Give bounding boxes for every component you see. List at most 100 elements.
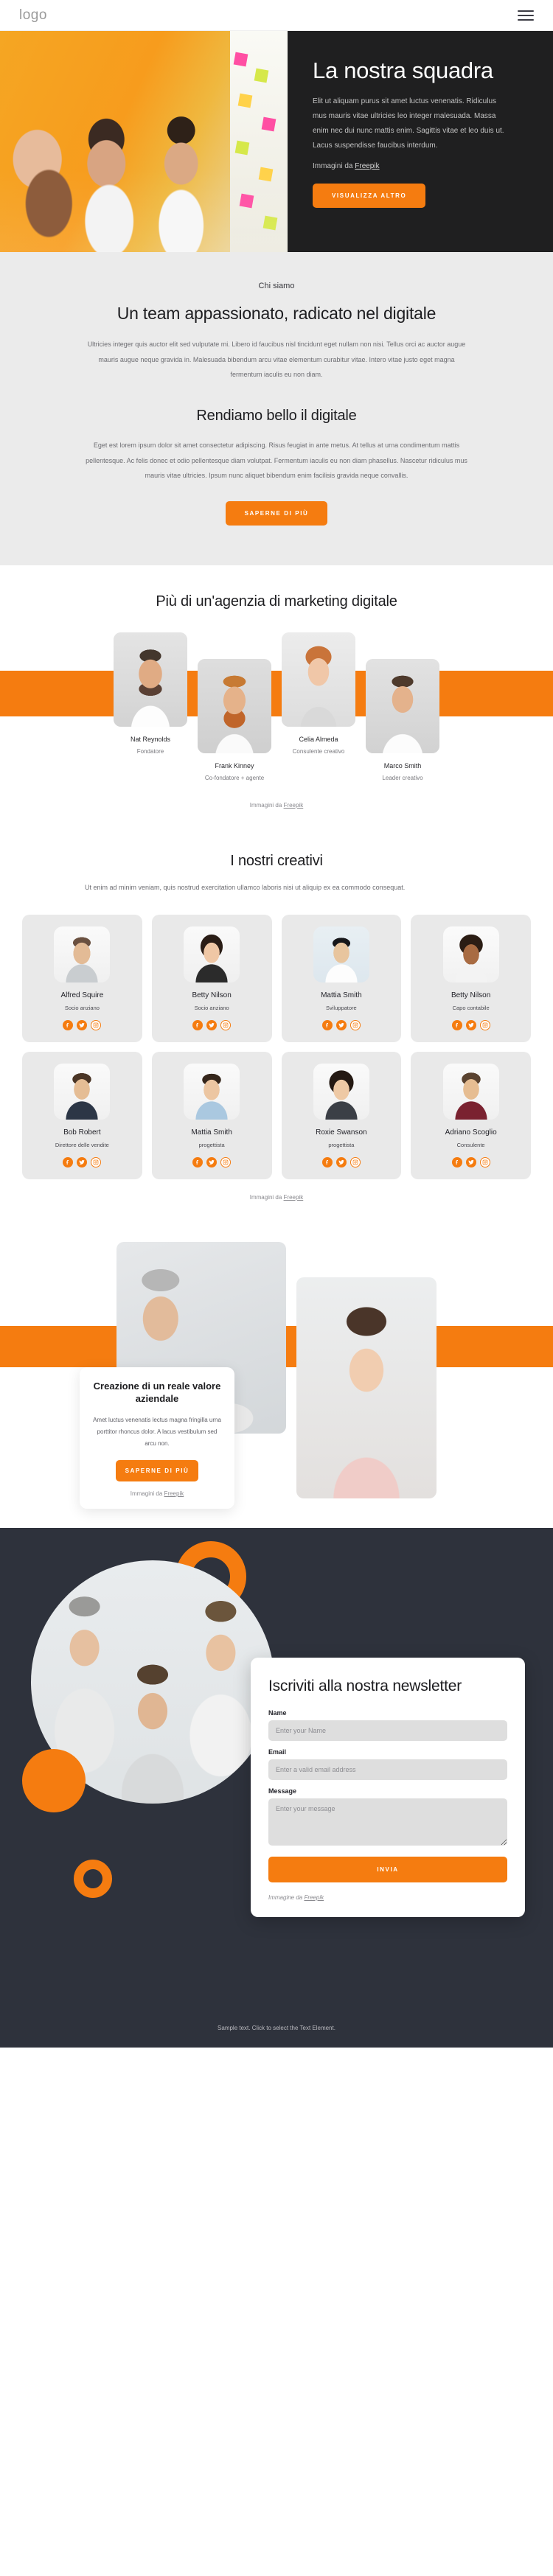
message-label: Message xyxy=(268,1787,297,1795)
creative-role: Socio anziano xyxy=(194,1004,229,1011)
about-cta-button[interactable]: SAPERNE DI PIÙ xyxy=(225,501,328,526)
newsletter-section: Iscriviti alla nostra newsletter Name Em… xyxy=(0,1527,553,2014)
hamburger-bar xyxy=(518,14,534,16)
team-member-role: Leader creativo xyxy=(382,775,423,782)
name-input[interactable] xyxy=(268,1720,507,1742)
creative-name: Roxie Swanson xyxy=(316,1128,367,1137)
decorative-dot xyxy=(22,1748,86,1812)
instagram-icon[interactable] xyxy=(479,1156,490,1167)
twitter-icon[interactable] xyxy=(465,1019,476,1030)
creative-card[interactable]: Betty Nilson Socio anziano xyxy=(151,914,272,1042)
freepik-link[interactable]: Freepik xyxy=(284,1194,304,1201)
site-header: logo xyxy=(0,0,553,31)
email-label: Email xyxy=(268,1748,287,1756)
creative-card[interactable]: Betty Nilson Capo contabile xyxy=(411,914,531,1042)
facebook-icon[interactable] xyxy=(192,1019,204,1030)
team-member[interactable]: Nat Reynolds Fondatore xyxy=(114,632,187,781)
twitter-icon[interactable] xyxy=(206,1156,218,1167)
creative-avatar xyxy=(54,926,111,982)
hamburger-bar xyxy=(518,10,534,12)
team-image-credit: Immagini da Freepik xyxy=(0,802,553,809)
social-links xyxy=(288,1019,396,1030)
instagram-icon[interactable] xyxy=(220,1156,232,1167)
instagram-icon[interactable] xyxy=(479,1019,490,1030)
freepik-link[interactable]: Freepik xyxy=(284,802,304,809)
facebook-icon[interactable] xyxy=(451,1156,462,1167)
instagram-icon[interactable] xyxy=(91,1156,102,1167)
credit-prefix: Immagine da xyxy=(268,1894,305,1902)
team-member-photo xyxy=(366,659,439,754)
facebook-icon[interactable] xyxy=(321,1156,333,1167)
value-section: Creazione di un reale valore aziendale A… xyxy=(0,1222,553,1528)
creative-role: Socio anziano xyxy=(64,1004,100,1011)
twitter-icon[interactable] xyxy=(335,1156,347,1167)
twitter-icon[interactable] xyxy=(77,1019,88,1030)
twitter-icon[interactable] xyxy=(335,1019,347,1030)
freepik-link[interactable]: Freepik xyxy=(304,1894,324,1901)
facebook-icon[interactable] xyxy=(451,1019,462,1030)
facebook-icon[interactable] xyxy=(192,1156,204,1167)
hamburger-icon[interactable] xyxy=(518,10,534,21)
newsletter-submit-button[interactable]: INVIA xyxy=(268,1857,507,1883)
creative-card[interactable]: Bob Robert Direttore delle vendite xyxy=(22,1051,142,1179)
social-links xyxy=(158,1156,266,1167)
team-member-role: Consulente creativo xyxy=(292,748,345,755)
hero-cta-button[interactable]: VISUALIZZA ALTRO xyxy=(313,183,426,208)
value-card-paragraph: Amet luctus venenatis lectus magna fring… xyxy=(93,1416,221,1447)
message-textarea[interactable] xyxy=(268,1798,507,1846)
creative-card[interactable]: Adriano Scoglio Consulente xyxy=(411,1051,531,1179)
instagram-icon[interactable] xyxy=(91,1019,102,1030)
facebook-icon[interactable] xyxy=(63,1156,74,1167)
creative-name: Alfred Squire xyxy=(60,991,104,999)
facebook-icon[interactable] xyxy=(321,1019,333,1030)
instagram-icon[interactable] xyxy=(349,1019,361,1030)
creative-card[interactable]: Mattia Smith Sviluppatore xyxy=(281,914,402,1042)
team-member-role: Co-fondatore + agente xyxy=(204,775,265,782)
team-member-photo xyxy=(282,632,355,727)
about-paragraph: Ultricies integer quis auctor elit sed v… xyxy=(87,341,466,379)
team-member[interactable]: Marco Smith Leader creativo xyxy=(366,659,439,781)
value-image-right xyxy=(296,1277,437,1498)
creative-card[interactable]: Mattia Smith progettista xyxy=(151,1051,272,1179)
twitter-icon[interactable] xyxy=(465,1156,476,1167)
freepik-link[interactable]: Freepik xyxy=(164,1490,184,1497)
instagram-icon[interactable] xyxy=(220,1019,232,1030)
team-member[interactable]: Frank Kinney Co-fondatore + agente xyxy=(198,659,271,781)
hero-content: La nostra squadra Elit ut aliquam purus … xyxy=(288,31,553,252)
social-links xyxy=(417,1019,525,1030)
name-field-group: Name xyxy=(268,1709,507,1742)
newsletter-image-credit: Immagine da Freepik xyxy=(268,1894,507,1901)
creative-name: Mattia Smith xyxy=(191,1128,232,1137)
social-links xyxy=(288,1156,396,1167)
team-band-wrapper: Nat Reynolds Fondatore Frank Kinney Co-f… xyxy=(0,632,553,787)
creative-name: Betty Nilson xyxy=(451,991,491,999)
instagram-icon[interactable] xyxy=(349,1156,361,1167)
creative-role: Capo contabile xyxy=(452,1004,490,1011)
team-member-name: Nat Reynolds xyxy=(130,736,171,744)
hero-section: La nostra squadra Elit ut aliquam purus … xyxy=(0,31,553,252)
creative-name: Adriano Scoglio xyxy=(445,1128,497,1137)
facebook-icon[interactable] xyxy=(63,1019,74,1030)
freepik-link[interactable]: Freepik xyxy=(355,162,379,170)
creative-card[interactable]: Alfred Squire Socio anziano xyxy=(22,914,142,1042)
team-heading: Più di un'agenzia di marketing digitale xyxy=(156,593,397,610)
message-field-group: Message xyxy=(268,1787,507,1849)
email-input[interactable] xyxy=(268,1759,507,1781)
creative-card[interactable]: Roxie Swanson progettista xyxy=(281,1051,402,1179)
creative-role: progettista xyxy=(328,1141,355,1148)
creative-role: Consulente xyxy=(456,1141,485,1148)
logo[interactable]: logo xyxy=(19,7,47,24)
value-cta-button[interactable]: SAPERNE DI PIÙ xyxy=(116,1459,198,1481)
credit-prefix: Immagini da xyxy=(313,161,355,170)
social-links xyxy=(28,1019,136,1030)
team-member[interactable]: Celia Almeda Consulente creativo xyxy=(282,632,355,781)
team-member-photo xyxy=(198,659,271,754)
twitter-icon[interactable] xyxy=(206,1019,218,1030)
creatives-image-credit: Immagini da Freepik xyxy=(0,1194,553,1201)
team-row: Nat Reynolds Fondatore Frank Kinney Co-f… xyxy=(0,632,553,781)
social-links xyxy=(28,1156,136,1167)
creatives-grid: Alfred Squire Socio anziano Betty Nilson So… xyxy=(0,914,553,1179)
value-card: Creazione di un reale valore aziendale A… xyxy=(80,1366,234,1509)
name-label: Name xyxy=(268,1709,287,1717)
twitter-icon[interactable] xyxy=(77,1156,88,1167)
